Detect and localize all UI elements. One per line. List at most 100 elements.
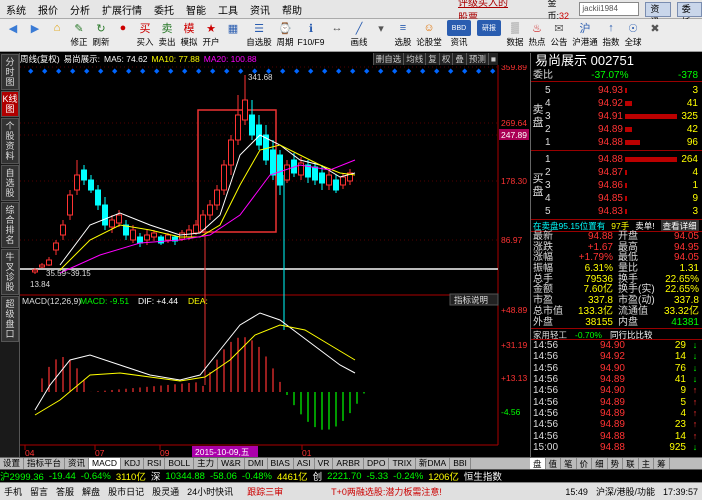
- industry-row[interactable]: 家用轻工 -0.70% 同行比比较: [531, 328, 702, 341]
- status-link[interactable]: 股市日记: [104, 485, 148, 498]
- indicator-tab[interactable]: 资讯: [65, 458, 90, 469]
- indicator-explain-button[interactable]: 指标说明: [454, 295, 488, 305]
- trade-button[interactable]: 委托: [676, 1, 702, 27]
- order-row[interactable]: 1 94.88 96: [545, 136, 701, 149]
- order-row[interactable]: 3 94.86 1: [545, 179, 701, 192]
- leftnav-item[interactable]: 综合排名: [1, 202, 19, 248]
- leftnav-item[interactable]: 个股资料: [1, 118, 19, 164]
- indicator-tab[interactable]: ASI: [294, 458, 315, 469]
- index-button[interactable]: ↑ 指数: [600, 19, 622, 50]
- order-row[interactable]: 2 94.87 4: [545, 166, 701, 179]
- panel-tab[interactable]: 联: [623, 458, 639, 469]
- status-link[interactable]: 留言: [26, 485, 52, 498]
- indicator-tab[interactable]: BOLL: [165, 458, 195, 469]
- back-button[interactable]: ◀: [2, 19, 24, 50]
- menu-item[interactable]: 资讯: [244, 2, 276, 17]
- notice-button[interactable]: ✉ 公告: [548, 19, 570, 50]
- panel-tab[interactable]: 笔: [561, 458, 577, 469]
- menu-item[interactable]: 智能: [180, 2, 212, 17]
- period-label[interactable]: 周线(复权): [20, 53, 60, 65]
- status-link[interactable]: 手机: [0, 485, 26, 498]
- status-link[interactable]: 解盘: [78, 485, 104, 498]
- order-row[interactable]: 5 94.93 3: [545, 84, 701, 97]
- order-row[interactable]: 3 94.91 325: [545, 110, 701, 123]
- panel-tab[interactable]: 细: [592, 458, 608, 469]
- leftnav-item[interactable]: 分时图: [1, 54, 19, 90]
- select-button[interactable]: ≡ 选股: [392, 19, 414, 50]
- indicator-tab[interactable]: MACD: [89, 458, 122, 469]
- order-row[interactable]: 4 94.85 9: [545, 192, 701, 205]
- watchlist-button[interactable]: ☰ 自选股: [244, 19, 274, 50]
- news-button[interactable]: 资讯: [645, 1, 671, 27]
- draw-button[interactable]: ╱ 画线: [348, 19, 370, 50]
- menu-item[interactable]: 报价: [32, 2, 64, 17]
- order-row[interactable]: 2 94.89 42: [545, 123, 701, 136]
- indicator-tab[interactable]: BBI: [450, 458, 471, 469]
- edit-button[interactable]: ✎ 修正: [68, 19, 90, 50]
- status-promo2[interactable]: T+0两融选股:潜力板需注意!: [327, 485, 446, 498]
- status-market[interactable]: 沪深/港股/功能: [592, 485, 659, 498]
- chart-control[interactable]: 预测: [465, 53, 488, 65]
- menu-item[interactable]: 工具: [212, 2, 244, 17]
- indicator-tab[interactable]: 新DMA: [416, 458, 451, 469]
- buy-button[interactable]: 买买入: [134, 19, 156, 50]
- menu-item[interactable]: 帮助: [276, 2, 308, 17]
- panel-tab[interactable]: 价: [577, 458, 593, 469]
- order-row[interactable]: 4 94.92 41: [545, 97, 701, 110]
- industry-name[interactable]: 家用轻工: [533, 329, 567, 340]
- menu-item[interactable]: 分析: [64, 2, 96, 17]
- indicator-tab[interactable]: TRIX: [389, 458, 416, 469]
- chart-control[interactable]: 复: [425, 53, 439, 65]
- grid-button[interactable]: ▦: [222, 19, 244, 50]
- data-button[interactable]: ▒ 数据: [504, 19, 526, 50]
- menu-item[interactable]: 扩展行情: [96, 2, 148, 17]
- status-promo[interactable]: 跟踪三审: [243, 485, 287, 498]
- f10-button[interactable]: ℹ F10/F9: [296, 19, 326, 50]
- leftnav-item[interactable]: 超级盘口: [1, 296, 19, 342]
- record-button[interactable]: ●: [112, 19, 134, 50]
- period-button[interactable]: ⌚ 周期: [274, 19, 296, 50]
- indicator-tab[interactable]: DMI: [245, 458, 268, 469]
- chart-control[interactable]: 删自选: [372, 53, 404, 65]
- menu-item[interactable]: 委托: [148, 2, 180, 17]
- panel-tab[interactable]: 盘: [530, 458, 546, 469]
- home-button[interactable]: ⌂: [46, 19, 68, 50]
- indicator-tab[interactable]: 指标平台: [24, 458, 66, 469]
- leftnav-item[interactable]: 牛叉诊股: [1, 249, 19, 295]
- more-button[interactable]: ▾: [370, 19, 392, 50]
- peer-compare-link[interactable]: 同行比比较: [610, 329, 653, 340]
- menu-item[interactable]: 系统: [0, 2, 32, 17]
- close-button[interactable]: ✖: [644, 19, 666, 50]
- forum-button[interactable]: ☺ 论股堂: [414, 19, 444, 50]
- indicator-tab[interactable]: KDJ: [121, 458, 145, 469]
- indicator-tab[interactable]: ARBR: [333, 458, 365, 469]
- chart-control[interactable]: 权: [438, 53, 453, 65]
- status-link[interactable]: 股灵通: [148, 485, 183, 498]
- hot-button[interactable]: ♨ 热点: [526, 19, 548, 50]
- indicator-tab[interactable]: 主力: [194, 458, 219, 469]
- leftnav-item[interactable]: 自选股: [1, 165, 19, 201]
- status-link[interactable]: 答服: [52, 485, 78, 498]
- user-field[interactable]: jackii1984: [579, 2, 640, 16]
- indicator-tab[interactable]: DPO: [364, 458, 390, 469]
- kline-chart[interactable]: 359.89 269.64 247.89 178.30 86.97 +48.89 +31.1…: [20, 65, 530, 457]
- hk-button[interactable]: 沪沪港通: [570, 19, 600, 50]
- global-button[interactable]: ☉ 全球: [622, 19, 644, 50]
- resize-button[interactable]: ↔: [326, 19, 348, 50]
- indicator-tab[interactable]: BIAS: [268, 458, 294, 469]
- refresh-button[interactable]: ↻ 刷新: [90, 19, 112, 50]
- leftnav-item[interactable]: K线图: [1, 91, 19, 117]
- panel-tab[interactable]: 值: [546, 458, 562, 469]
- panel-tab[interactable]: 主: [639, 458, 655, 469]
- forward-button[interactable]: ▶: [24, 19, 46, 50]
- chart-control[interactable]: ■: [487, 53, 498, 65]
- panel-tab[interactable]: 筹: [654, 458, 670, 469]
- view-detail-button[interactable]: 查看详细: [660, 220, 699, 231]
- indicator-tab[interactable]: W&R: [218, 458, 245, 469]
- order-row[interactable]: 1 94.88 264: [545, 153, 701, 166]
- chart-control[interactable]: 均线: [403, 53, 426, 65]
- simulate-button[interactable]: 模模拟: [178, 19, 200, 50]
- panel-tab[interactable]: 势: [608, 458, 624, 469]
- indicator-tab[interactable]: 设置: [0, 458, 25, 469]
- indicator-tab[interactable]: RSI: [144, 458, 166, 469]
